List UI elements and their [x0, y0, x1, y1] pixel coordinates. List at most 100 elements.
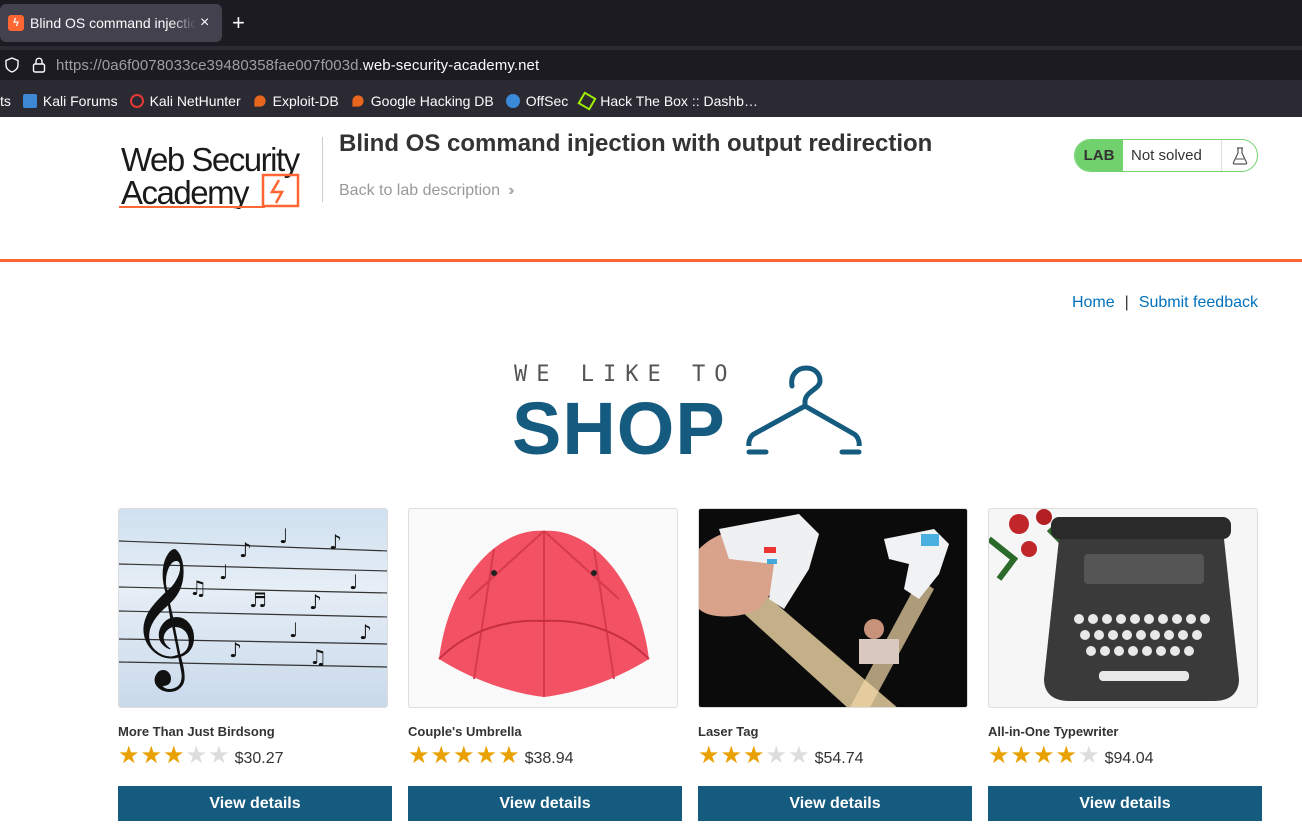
product-rating: ★★★★★ $38.94	[408, 743, 679, 769]
svg-text:♫: ♫	[189, 576, 207, 600]
exploit-db-icon	[254, 94, 266, 107]
star-rating: ★★★★★	[698, 744, 811, 768]
bookmark-kali-nethunter[interactable]: Kali NetHunter	[129, 93, 241, 109]
star-filled-icon: ★	[1010, 742, 1033, 769]
portswigger-favicon-icon: ϟ	[8, 15, 24, 31]
star-filled-icon: ★	[118, 742, 140, 769]
bookmark-exploit-db[interactable]: Exploit-DB	[253, 93, 339, 109]
bookmark-clipped[interactable]: ts	[0, 93, 11, 109]
bookmark-google-hacking-db[interactable]: Google Hacking DB	[351, 93, 494, 109]
google-hacking-db-icon	[352, 94, 364, 107]
browser-toolbar: https://0a6f0078033ce39480358fae007f003d…	[0, 46, 1302, 84]
kali-nethunter-icon	[129, 93, 144, 108]
product-grid: 𝄞 ♪ ♩ ♪ ♫ ♬ ♪ ♩ ♩ ♩ ♪ ♫ ♪ More Than Just Birdson…	[118, 508, 1262, 821]
logo-line2: Academy	[121, 174, 250, 209]
star-empty-icon: ★	[1078, 742, 1100, 769]
svg-text:♪: ♪	[309, 590, 322, 614]
logo-line1: Web Security	[121, 141, 301, 178]
product-price: $30.27	[234, 750, 284, 767]
svg-text:♩: ♩	[349, 570, 358, 594]
svg-text:♪: ♪	[229, 638, 242, 662]
svg-text:♪: ♪	[359, 620, 372, 644]
url-bar[interactable]: https://0a6f0078033ce39480358fae007f003d…	[0, 50, 1302, 80]
bookmark-label: Exploit-DB	[272, 92, 339, 109]
product-image-birdsong[interactable]: 𝄞 ♪ ♩ ♪ ♫ ♬ ♪ ♩ ♩ ♩ ♪ ♫ ♪	[118, 508, 388, 708]
view-details-button[interactable]: View details	[408, 786, 682, 821]
star-filled-icon: ★	[430, 742, 453, 769]
product-image-laser-tag[interactable]	[698, 508, 968, 708]
bookmark-label: OffSec	[525, 92, 569, 109]
hanger-icon	[744, 365, 864, 456]
kali-forums-icon	[22, 93, 37, 108]
star-filled-icon: ★	[1033, 742, 1055, 769]
star-filled-icon: ★	[743, 742, 765, 769]
svg-text:♪: ♪	[239, 538, 252, 562]
bookmarks-bar: ts Kali Forums Kali NetHunter Exploit-DB…	[0, 84, 1302, 117]
star-rating: ★★★★★	[988, 744, 1101, 768]
view-details-button[interactable]: View details	[118, 786, 392, 821]
product-name: All-in-One Typewriter	[988, 724, 1119, 739]
lock-icon[interactable]	[32, 57, 46, 73]
bookmark-kali-forums[interactable]: Kali Forums	[22, 92, 118, 109]
svg-text:♫: ♫	[309, 645, 327, 669]
tab-close-icon[interactable]: ×	[200, 14, 209, 32]
logo-divider	[322, 137, 323, 202]
product-price: $94.04	[1104, 750, 1154, 767]
web-security-academy-logo[interactable]: Web Security Academy	[119, 137, 319, 211]
star-filled-icon: ★	[498, 742, 520, 769]
product-card: Laser Tag ★★★★★ $54.74 View details	[698, 508, 972, 821]
product-name: Laser Tag	[698, 724, 759, 739]
lab-title: Blind OS command injection with output r…	[339, 130, 933, 157]
product-rating: ★★★★★ $94.04	[988, 743, 1259, 769]
banner-tagline: WE LIKE TO	[514, 362, 737, 387]
star-filled-icon: ★	[163, 742, 185, 769]
submit-feedback-link[interactable]: Submit feedback	[1139, 294, 1258, 312]
bookmark-label: Kali Forums	[42, 92, 118, 109]
product-image-umbrella[interactable]	[408, 508, 678, 708]
shield-icon[interactable]	[4, 57, 20, 73]
new-tab-button[interactable]: +	[232, 10, 245, 36]
product-rating: ★★★★★ $54.74	[698, 743, 969, 769]
product-price: $54.74	[814, 750, 864, 767]
lab-badge: LAB	[1075, 140, 1123, 171]
double-chevron-right-icon: ››	[507, 182, 514, 199]
star-filled-icon: ★	[1055, 742, 1078, 769]
svg-text:♬: ♬	[249, 588, 267, 612]
product-image-typewriter[interactable]	[988, 508, 1258, 708]
url-prefix: https://0a6f0078033ce39480358fae007f003d…	[56, 56, 363, 74]
bookmark-clipped-label: ts	[0, 92, 11, 109]
star-empty-icon: ★	[765, 742, 788, 769]
star-filled-icon: ★	[408, 742, 430, 769]
home-link[interactable]: Home	[1072, 294, 1115, 312]
tab-title: Blind OS command injection with output r…	[30, 15, 196, 31]
product-card: Couple's Umbrella ★★★★★ $38.94 View deta…	[408, 508, 682, 821]
product-card: All-in-One Typewriter ★★★★★ $94.04 View …	[988, 508, 1262, 821]
star-filled-icon: ★	[140, 742, 163, 769]
star-filled-icon: ★	[698, 742, 720, 769]
lab-status-text: Not solved	[1131, 147, 1202, 164]
browser-tab[interactable]: ϟ Blind OS command injection with output…	[0, 4, 222, 42]
product-rating: ★★★★★ $30.27	[118, 743, 389, 769]
product-name: Couple's Umbrella	[408, 724, 522, 739]
product-card: 𝄞 ♪ ♩ ♪ ♫ ♬ ♪ ♩ ♩ ♩ ♪ ♫ ♪ More Than Just Birdson…	[118, 508, 392, 821]
star-rating: ★★★★★	[118, 744, 231, 768]
view-details-button[interactable]: View details	[988, 786, 1262, 821]
bookmark-label: Hack The Box :: Dashb…	[600, 92, 758, 109]
star-rating: ★★★★★	[408, 744, 521, 768]
shop-nav: Home | Submit feedback	[1072, 294, 1258, 312]
svg-text:♪: ♪	[329, 530, 342, 554]
star-empty-icon: ★	[208, 742, 230, 769]
svg-text:♩: ♩	[279, 524, 288, 548]
bookmark-offsec[interactable]: OffSec	[505, 92, 569, 109]
star-filled-icon: ★	[988, 742, 1010, 769]
browser-tab-bar: ϟ Blind OS command injection with output…	[0, 0, 1302, 46]
back-to-lab-description-link[interactable]: Back to lab description ››	[339, 182, 514, 200]
star-filled-icon: ★	[720, 742, 743, 769]
url-domain: web-security-academy.net	[362, 56, 540, 74]
svg-text:𝄞: 𝄞	[129, 547, 200, 692]
lab-status-widget: LAB Not solved	[1074, 139, 1258, 172]
banner-shop-text: SHOP	[512, 387, 726, 470]
bookmark-hack-the-box[interactable]: Hack The Box :: Dashb…	[577, 90, 758, 111]
view-details-button[interactable]: View details	[698, 786, 972, 821]
product-price: $38.94	[524, 750, 574, 767]
